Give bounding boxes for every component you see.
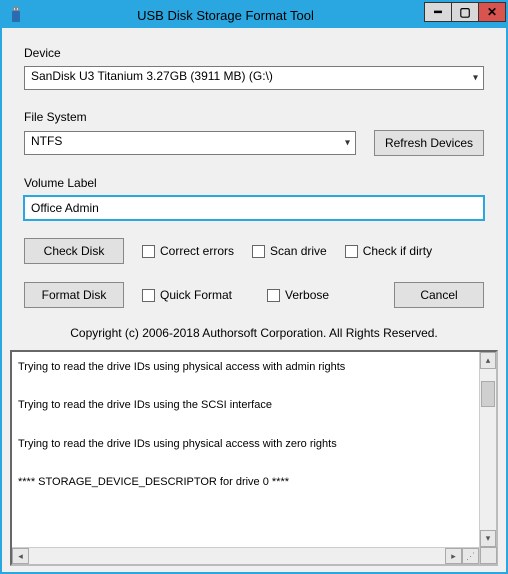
volume-label-input[interactable]: [24, 196, 484, 220]
copyright-text: Copyright (c) 2006-2018 Authorsoft Corpo…: [24, 326, 484, 340]
scan-drive-checkbox[interactable]: Scan drive: [252, 244, 327, 258]
log-line: Trying to read the drive IDs using the S…: [18, 398, 473, 412]
window-title: USB Disk Storage Format Tool: [26, 8, 425, 23]
device-selected-value: SanDisk U3 Titanium 3.27GB (3911 MB) (G:…: [31, 69, 273, 83]
quick-format-checkbox[interactable]: Quick Format: [142, 288, 232, 302]
verbose-label: Verbose: [285, 288, 329, 302]
log-output: Trying to read the drive IDs using physi…: [10, 350, 498, 566]
checkbox-box: [345, 245, 358, 258]
log-line: Trying to read the drive IDs using physi…: [18, 437, 473, 451]
device-label: Device: [24, 46, 484, 60]
cancel-label: Cancel: [420, 288, 457, 302]
resize-grip-icon[interactable]: ⋰: [462, 548, 479, 564]
correct-errors-checkbox[interactable]: Correct errors: [142, 244, 234, 258]
usb-drive-icon: [6, 5, 26, 25]
scroll-left-icon[interactable]: ◂: [12, 548, 29, 564]
device-select[interactable]: SanDisk U3 Titanium 3.27GB (3911 MB) (G:…: [24, 66, 484, 90]
vscroll-thumb[interactable]: [481, 381, 495, 407]
log-line: Trying to read the drive IDs using physi…: [18, 360, 473, 374]
format-disk-label: Format Disk: [42, 288, 107, 302]
refresh-devices-button[interactable]: Refresh Devices: [374, 130, 484, 156]
log-line: **** STORAGE_DEVICE_DESCRIPTOR for drive…: [18, 475, 473, 489]
format-disk-row: Format Disk Quick Format Verbose Cancel: [24, 282, 484, 308]
checkbox-box: [142, 289, 155, 302]
check-disk-button[interactable]: Check Disk: [24, 238, 124, 264]
client-area: Device SanDisk U3 Titanium 3.27GB (3911 …: [2, 28, 506, 572]
file-system-label: File System: [24, 110, 484, 124]
verbose-checkbox[interactable]: Verbose: [267, 288, 329, 302]
scroll-right-icon[interactable]: ▸: [445, 548, 462, 564]
scroll-up-icon[interactable]: ▴: [480, 352, 496, 369]
check-disk-label: Check Disk: [44, 244, 105, 258]
volume-label-label: Volume Label: [24, 176, 484, 190]
quick-format-label: Quick Format: [160, 288, 232, 302]
scroll-down-icon[interactable]: ▾: [480, 530, 496, 547]
maximize-button[interactable]: ▢: [451, 2, 479, 22]
check-disk-row: Check Disk Correct errors Scan drive Che…: [24, 238, 484, 264]
cancel-button[interactable]: Cancel: [394, 282, 484, 308]
horizontal-scrollbar[interactable]: ◂ ▸ ⋰: [12, 547, 479, 564]
check-if-dirty-label: Check if dirty: [363, 244, 432, 258]
hscroll-track[interactable]: [29, 548, 445, 564]
vscroll-track[interactable]: [480, 369, 496, 530]
close-button[interactable]: ✕: [478, 2, 506, 22]
app-window: USB Disk Storage Format Tool ━ ▢ ✕ Devic…: [0, 0, 508, 574]
format-disk-button[interactable]: Format Disk: [24, 282, 124, 308]
vertical-scrollbar[interactable]: ▴ ▾: [479, 352, 496, 564]
check-if-dirty-checkbox[interactable]: Check if dirty: [345, 244, 432, 258]
checkbox-box: [142, 245, 155, 258]
window-controls: ━ ▢ ✕: [425, 2, 506, 24]
scan-drive-label: Scan drive: [270, 244, 327, 258]
file-system-select[interactable]: NTFS: [24, 131, 356, 155]
file-system-selected-value: NTFS: [31, 134, 62, 148]
refresh-devices-label: Refresh Devices: [385, 136, 473, 150]
scroll-corner: [480, 547, 497, 564]
correct-errors-label: Correct errors: [160, 244, 234, 258]
log-content[interactable]: Trying to read the drive IDs using physi…: [12, 352, 479, 547]
minimize-button[interactable]: ━: [424, 2, 452, 22]
checkbox-box: [267, 289, 280, 302]
checkbox-box: [252, 245, 265, 258]
titlebar: USB Disk Storage Format Tool ━ ▢ ✕: [2, 2, 506, 28]
